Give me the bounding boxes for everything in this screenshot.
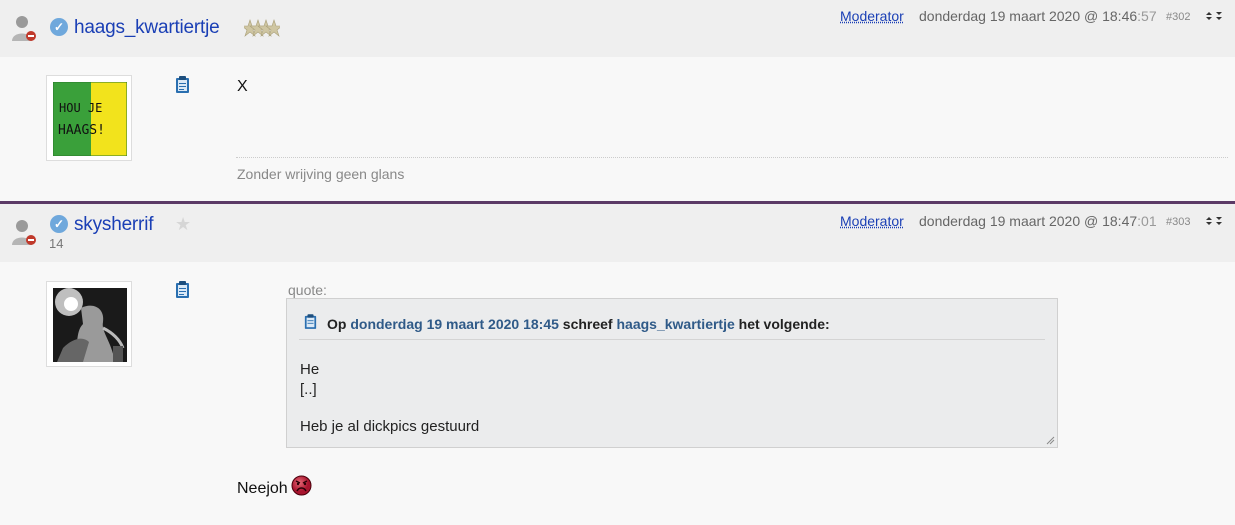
clipboard-icon xyxy=(304,314,317,329)
username-link[interactable]: skysherrif xyxy=(74,214,153,236)
sort-arrows-icon[interactable] xyxy=(1205,216,1223,226)
post-date-main: donderdag 19 maart 2020 @ 18:47 xyxy=(919,213,1138,229)
post-body: X xyxy=(237,78,248,95)
quote-user-link[interactable]: haags_kwartiertje xyxy=(616,316,734,332)
rank-stars-icon xyxy=(244,19,280,37)
signature-divider xyxy=(236,157,1228,158)
quote-box: Op donderdag 19 maart 2020 18:45 schreef… xyxy=(286,298,1058,448)
quote-head-end: het volgende: xyxy=(738,316,830,332)
quote-head-mid: schreef xyxy=(562,316,613,332)
verified-icon: ✓ xyxy=(50,215,68,233)
quote-head-op: Op xyxy=(327,316,347,332)
post-date-seconds: :01 xyxy=(1137,213,1157,229)
star-icon: ★ xyxy=(175,214,192,234)
post-date-seconds: :57 xyxy=(1137,8,1157,24)
post-303: ✓ skysherrif ★ 14 Moderator donderdag 19… xyxy=(0,204,1235,525)
clipboard-icon[interactable] xyxy=(175,281,190,299)
post-date-main: donderdag 19 maart 2020 @ 18:46 xyxy=(919,8,1138,24)
username-link[interactable]: haags_kwartiertje xyxy=(74,17,220,39)
post-date: donderdag 19 maart 2020 @ 18:47:01 xyxy=(919,213,1157,229)
post-number[interactable]: #302 xyxy=(1166,11,1190,23)
post-302: ✓ haags_kwartiertje Moderator donderdag … xyxy=(0,0,1235,200)
quote-line: [..] xyxy=(300,381,317,398)
user-offline-icon xyxy=(12,220,36,245)
post-count: 14 xyxy=(49,236,64,251)
quote-line: Heb je al dickpics gestuurd xyxy=(300,418,480,435)
angry-smiley-icon xyxy=(291,475,312,496)
user-offline-icon xyxy=(12,16,36,41)
resize-handle-icon[interactable] xyxy=(1045,435,1055,445)
quote-line: He xyxy=(300,361,320,378)
avatar[interactable]: HOU JE HAAGS! xyxy=(46,75,132,161)
quote-label: quote: xyxy=(288,282,327,298)
reply-text: Neejoh xyxy=(237,480,288,497)
avatar[interactable] xyxy=(46,281,132,367)
moderator-link[interactable]: Moderator xyxy=(840,213,904,229)
sort-arrows-icon[interactable] xyxy=(1205,11,1223,21)
quote-separator xyxy=(299,339,1045,340)
moderator-link[interactable]: Moderator xyxy=(840,8,904,24)
svg-text:HOU JE: HOU JE xyxy=(59,101,102,115)
post-date: donderdag 19 maart 2020 @ 18:46:57 xyxy=(919,8,1157,24)
avatar-image xyxy=(53,288,127,362)
post-number[interactable]: #303 xyxy=(1166,216,1190,228)
verified-icon: ✓ xyxy=(50,18,68,36)
signature: Zonder wrijving geen glans xyxy=(237,166,405,182)
clipboard-icon[interactable] xyxy=(175,76,190,94)
avatar-image: HOU JE HAAGS! xyxy=(53,82,127,156)
svg-text:HAAGS!: HAAGS! xyxy=(58,123,105,138)
quote-date-link[interactable]: donderdag 19 maart 2020 18:45 xyxy=(350,316,559,332)
quote-header: Op donderdag 19 maart 2020 18:45 schreef… xyxy=(327,316,830,332)
